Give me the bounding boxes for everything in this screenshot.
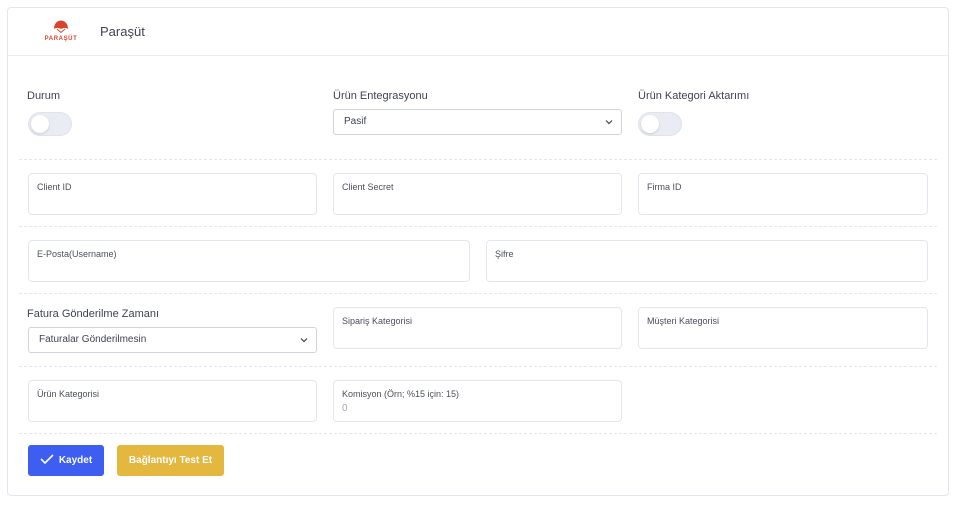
client-id-label: Client ID	[37, 182, 72, 192]
parachute-icon	[54, 20, 68, 33]
password-field[interactable]: Şifre	[486, 240, 928, 282]
order-category-field[interactable]: Sipariş Kategorisi	[333, 307, 622, 349]
card-header: PARAŞÜT Paraşüt	[8, 8, 948, 56]
test-connection-label: Bağlantıyı Test Et	[128, 455, 213, 466]
invoice-time-value: Faturalar Gönderilmesin	[39, 334, 147, 345]
invoice-time-select[interactable]: Faturalar Gönderilmesin	[28, 327, 317, 353]
order-category-label: Sipariş Kategorisi	[342, 316, 413, 326]
commission-label: Komisyon (Örn; %15 için: 15)	[342, 389, 460, 399]
firm-id-label: Firma ID	[647, 182, 682, 192]
save-button[interactable]: Kaydet	[28, 445, 104, 476]
email-label: E-Posta(Username)	[37, 249, 117, 259]
commission-field[interactable]: Komisyon (Örn; %15 için: 15) 0	[333, 380, 622, 422]
email-field[interactable]: E-Posta(Username)	[28, 240, 470, 282]
product-category-label: Ürün Kategorisi	[37, 389, 100, 399]
section-divider	[19, 226, 937, 227]
status-label: Durum	[27, 90, 61, 102]
client-secret-label: Client Secret	[342, 182, 394, 192]
product-category-field[interactable]: Ürün Kategorisi	[28, 380, 317, 422]
test-connection-button[interactable]: Bağlantıyı Test Et	[117, 445, 224, 476]
save-button-label: Kaydet	[58, 455, 93, 466]
commission-value: 0	[342, 403, 348, 414]
chevron-down-icon	[605, 120, 613, 125]
password-label: Şifre	[495, 249, 514, 259]
page-title: Paraşüt	[100, 24, 145, 39]
toggle-knob	[641, 115, 659, 133]
customer-category-field[interactable]: Müşteri Kategorisi	[638, 307, 928, 349]
invoice-time-label: Fatura Gönderilme Zamanı	[27, 308, 160, 320]
section-divider	[19, 159, 937, 160]
toggle-knob	[31, 115, 49, 133]
status-toggle[interactable]	[28, 112, 72, 136]
chevron-down-icon	[300, 338, 308, 343]
product-integration-value: Pasif	[344, 116, 367, 127]
check-icon	[40, 454, 54, 465]
client-id-field[interactable]: Client ID	[28, 173, 317, 215]
section-divider	[19, 366, 937, 367]
firm-id-field[interactable]: Firma ID	[638, 173, 928, 215]
logo-text: PARAŞÜT	[44, 36, 78, 42]
integration-settings-card: PARAŞÜT Paraşüt Durum Ürün Entegrasyonu …	[7, 7, 949, 496]
category-transfer-label: Ürün Kategori Aktarımı	[638, 90, 750, 102]
product-integration-select[interactable]: Pasif	[333, 109, 622, 135]
section-divider	[19, 293, 937, 294]
parasut-logo: PARAŞÜT	[41, 19, 81, 45]
category-transfer-toggle[interactable]	[638, 112, 682, 136]
client-secret-field[interactable]: Client Secret	[333, 173, 622, 215]
customer-category-label: Müşteri Kategorisi	[647, 316, 720, 326]
section-divider	[19, 433, 937, 434]
product-integration-label: Ürün Entegrasyonu	[333, 90, 428, 102]
